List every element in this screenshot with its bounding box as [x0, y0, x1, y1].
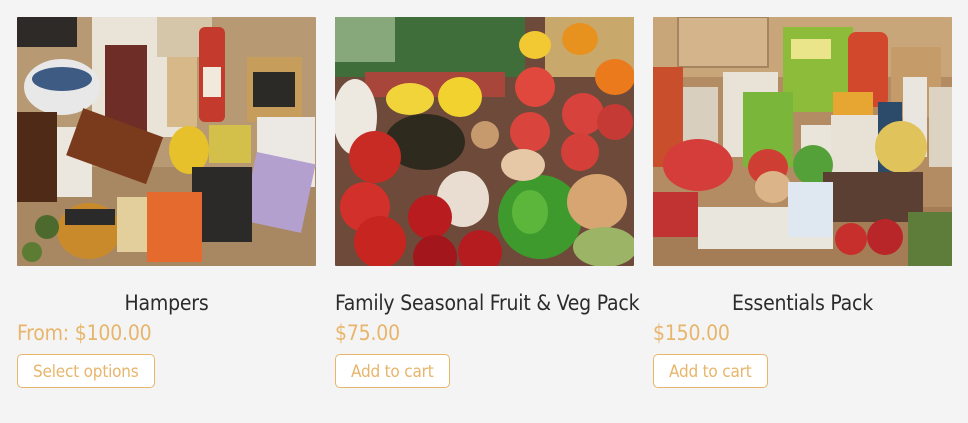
- add-to-cart-button[interactable]: Add to cart: [335, 354, 450, 388]
- product-title[interactable]: Family Seasonal Fruit & Veg Pack: [335, 290, 640, 316]
- product-title[interactable]: Essentials Pack: [653, 290, 952, 316]
- product-image-fruit-veg[interactable]: [335, 17, 634, 266]
- add-to-cart-button[interactable]: Add to cart: [653, 354, 768, 388]
- product-price: $75.00: [335, 321, 400, 345]
- product-card-essentials: Essentials Pack $150.00 Add to cart: [653, 17, 952, 388]
- product-price: From: $100.00: [17, 321, 152, 345]
- select-options-button[interactable]: Select options: [17, 354, 155, 388]
- product-grid: Hampers From: $100.00 Select options Fam…: [0, 0, 968, 423]
- product-image-essentials[interactable]: [653, 17, 952, 266]
- product-price: $150.00: [653, 321, 730, 345]
- product-card-fruit-veg: Family Seasonal Fruit & Veg Pack $75.00 …: [335, 17, 640, 388]
- product-image-hampers[interactable]: [17, 17, 316, 266]
- product-card-hampers: Hampers From: $100.00 Select options: [17, 17, 316, 388]
- product-title[interactable]: Hampers: [17, 290, 316, 316]
